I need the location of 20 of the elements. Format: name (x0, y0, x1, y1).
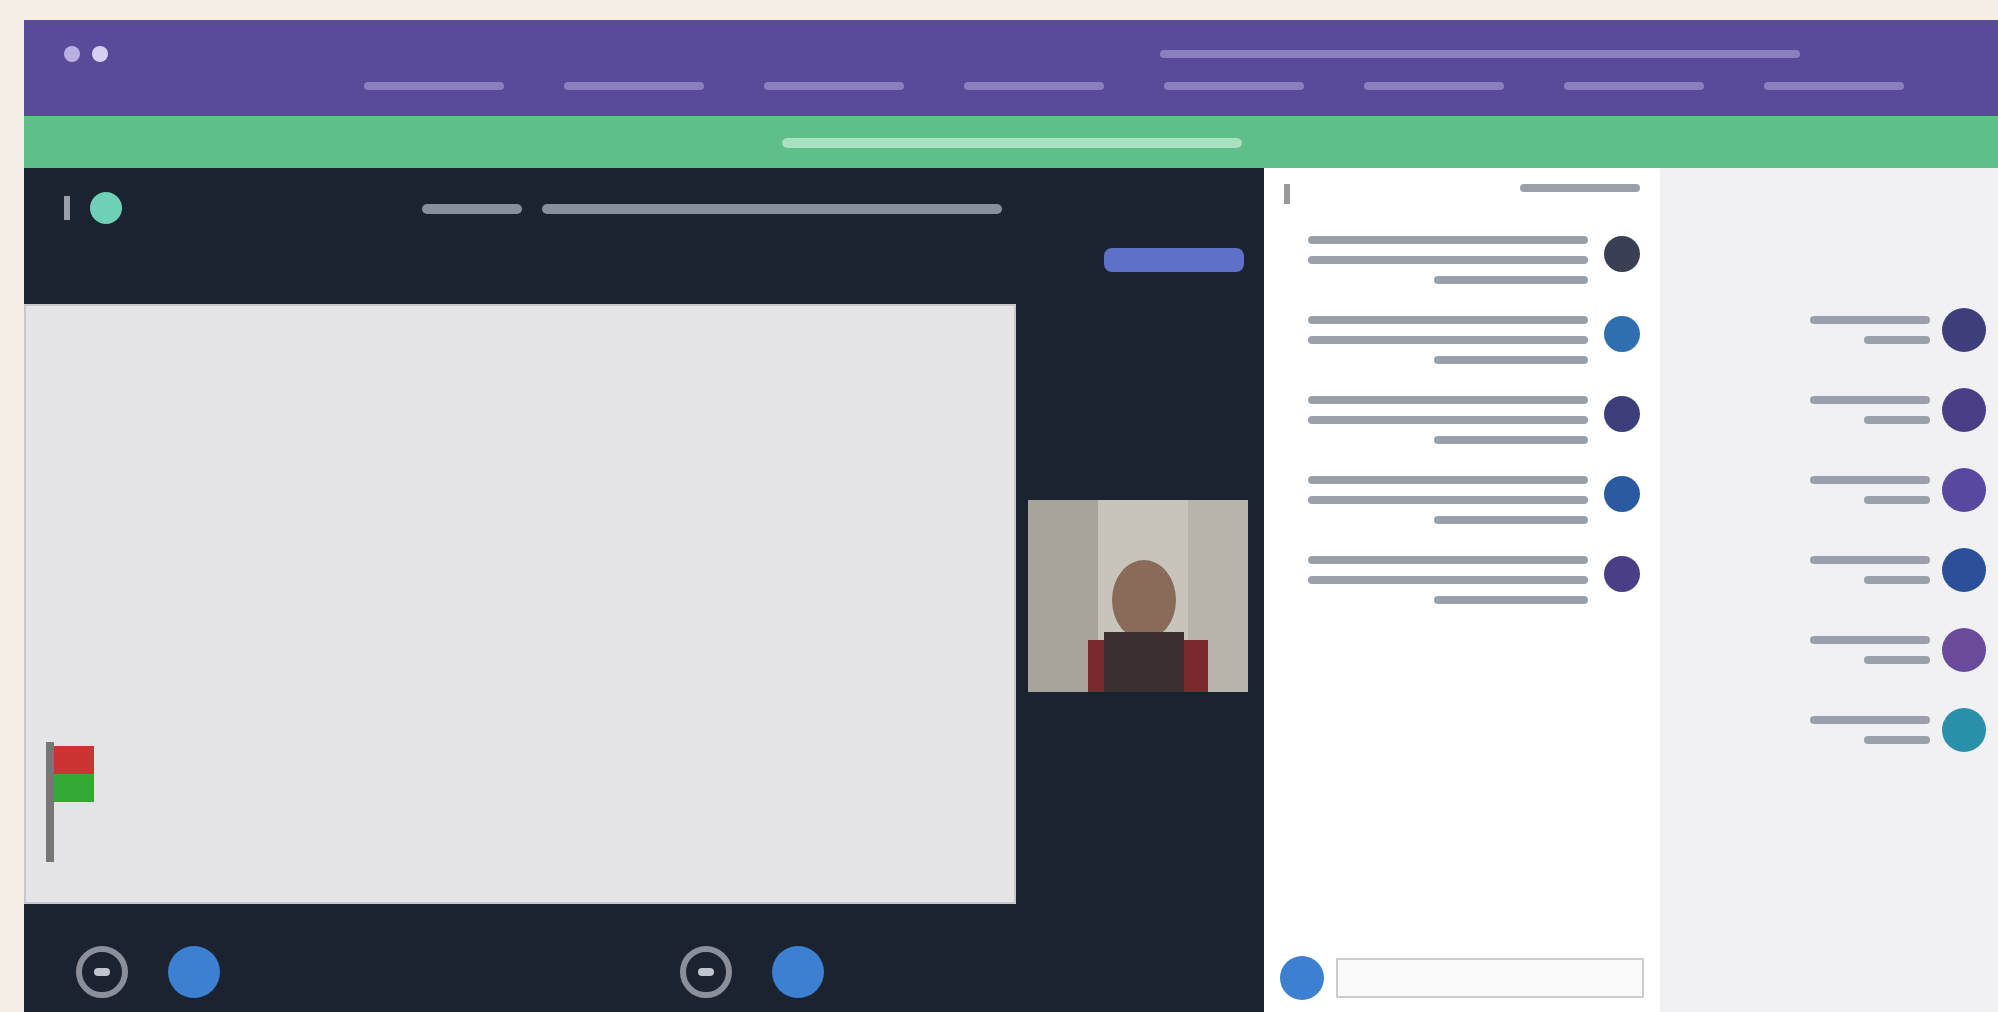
blurred-text-lines (1810, 556, 1930, 584)
user-avatar[interactable] (1942, 468, 1986, 512)
user-avatar[interactable] (1942, 548, 1986, 592)
blurred-text-lines (1810, 316, 1930, 344)
blurred-text-lines (1810, 716, 1930, 744)
round-control-icon[interactable] (680, 946, 732, 998)
blurred-text-lines (1810, 476, 1930, 504)
user-avatar[interactable] (1942, 388, 1986, 432)
blurred-text-lines (1810, 396, 1930, 424)
round-control-icon[interactable] (76, 946, 128, 998)
filled-circle-control[interactable] (772, 946, 824, 998)
message-input[interactable] (1336, 958, 1644, 998)
blurred-text-lines (1810, 636, 1930, 664)
status-icon[interactable] (90, 192, 122, 224)
user-avatar[interactable] (1942, 628, 1986, 672)
flag-icon (46, 742, 94, 862)
filled-circle-control[interactable] (168, 946, 220, 998)
send-button[interactable] (1280, 956, 1324, 1000)
user-avatar[interactable] (1942, 308, 1986, 352)
presenter-tag (1104, 248, 1244, 272)
